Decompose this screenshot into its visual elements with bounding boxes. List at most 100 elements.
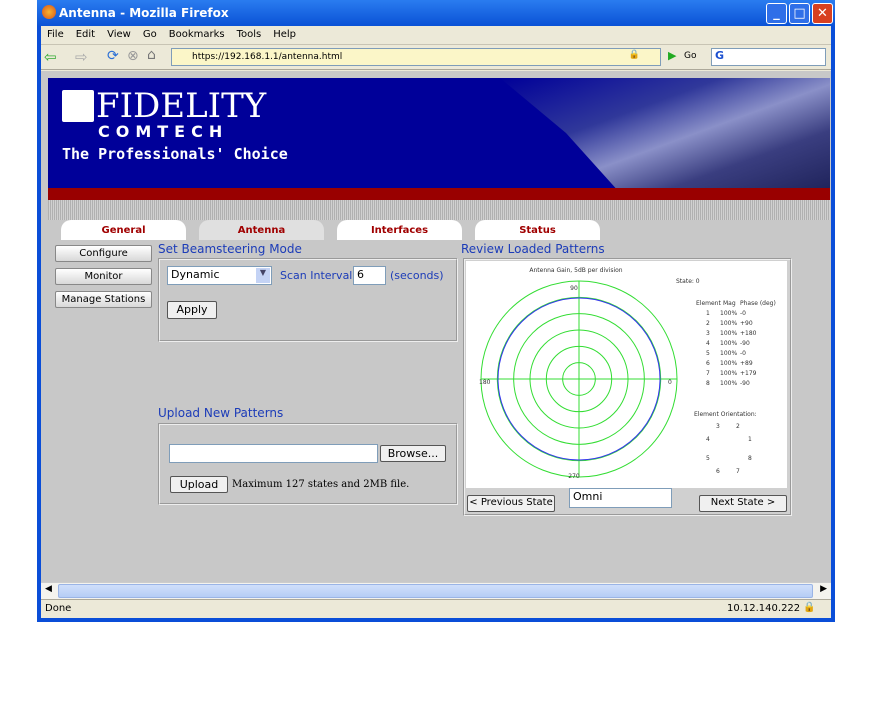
mag-col-header: Mag: [723, 300, 736, 307]
element-cell: 100%: [720, 330, 737, 337]
menu-tools[interactable]: Tools: [237, 29, 262, 41]
red-strip: [48, 188, 830, 200]
pattern-strip: [48, 200, 830, 220]
element-cell: 7: [706, 370, 710, 377]
horizontal-scrollbar[interactable]: ◀ ▶: [41, 582, 831, 599]
element-cell: 100%: [720, 370, 737, 377]
scroll-left-icon[interactable]: ◀: [45, 584, 52, 594]
element-cell: -0: [740, 350, 746, 357]
beamsteering-panel: Dynamic ▼ Scan Interval 6 (seconds) Apply: [158, 258, 458, 342]
orientation-element: 1: [748, 436, 752, 443]
state-name-input[interactable]: Omni: [569, 488, 672, 508]
upload-button[interactable]: Upload: [170, 476, 228, 493]
reload-icon[interactable]: ⟳: [107, 48, 119, 64]
forward-icon[interactable]: ⇨: [75, 48, 88, 66]
element-cell: 100%: [720, 360, 737, 367]
element-cell: -90: [740, 380, 750, 387]
upload-title: Upload New Patterns: [158, 406, 284, 420]
menu-view[interactable]: View: [107, 29, 131, 41]
menu-help[interactable]: Help: [273, 29, 296, 41]
mode-value: Dynamic: [171, 268, 220, 281]
status-ip: 10.12.140.222: [727, 603, 801, 614]
element-cell: +179: [740, 370, 757, 377]
tab-antenna[interactable]: Antenna: [199, 220, 324, 240]
configure-button[interactable]: Configure: [55, 245, 152, 262]
status-text: Done: [45, 603, 72, 614]
element-cell: 4: [706, 340, 710, 347]
element-cell: -0: [740, 310, 746, 317]
element-cell: 2: [706, 320, 710, 327]
maximize-button[interactable]: □: [789, 3, 810, 24]
go-button[interactable]: Go: [684, 51, 696, 61]
scroll-right-icon[interactable]: ▶: [820, 584, 827, 594]
mode-select[interactable]: Dynamic ▼: [167, 266, 272, 285]
orientation-element: 8: [748, 455, 752, 462]
element-cell: 100%: [720, 350, 737, 357]
review-panel: Antenna Gain, 5dB per division State: 0 …: [463, 258, 792, 516]
monitor-button[interactable]: Monitor: [55, 268, 152, 285]
orientation-element: 6: [716, 468, 720, 475]
element-cell: 8: [706, 380, 710, 387]
orientation-element: 2: [736, 423, 740, 430]
menu-edit[interactable]: Edit: [76, 29, 95, 41]
element-cell: 100%: [720, 380, 737, 387]
lock-icon: 🔒: [628, 50, 640, 60]
site-header: FIDELITY COMTECH The Professionals' Choi…: [48, 78, 830, 188]
state-label: State: 0: [676, 278, 700, 285]
go-icon[interactable]: ▶: [668, 49, 676, 62]
back-icon[interactable]: ⇦: [44, 48, 57, 66]
window-title: Antenna - Mozilla Firefox: [59, 6, 229, 20]
search-input[interactable]: G: [711, 48, 826, 66]
seconds-label: (seconds): [390, 269, 444, 282]
menu-bookmarks[interactable]: Bookmarks: [169, 29, 225, 41]
element-cell: +90: [740, 320, 753, 327]
angle-180: 180: [479, 379, 491, 386]
minimize-button[interactable]: _: [766, 3, 787, 24]
orientation-element: 7: [736, 468, 740, 475]
menu-go[interactable]: Go: [143, 29, 157, 41]
stop-icon[interactable]: ⊗: [127, 48, 139, 64]
orientation-element: 5: [706, 455, 710, 462]
upload-panel: Browse... Upload Maximum 127 states and …: [158, 423, 458, 505]
close-button[interactable]: ✕: [812, 3, 833, 24]
element-col-header: Element: [696, 300, 721, 307]
element-cell: 6: [706, 360, 710, 367]
next-state-button[interactable]: Next State >: [699, 495, 787, 512]
element-cell: +89: [740, 360, 753, 367]
element-cell: 100%: [720, 310, 737, 317]
upload-note: Maximum 127 states and 2MB file.: [232, 479, 410, 490]
logo-line1: FIDELITY: [96, 86, 267, 126]
element-cell: +180: [740, 330, 757, 337]
google-icon: G: [715, 49, 725, 62]
file-path-input[interactable]: [169, 444, 378, 463]
angle-270: 270: [568, 473, 580, 480]
tab-interfaces[interactable]: Interfaces: [337, 220, 462, 240]
browser-window: Antenna - Mozilla Firefox _ □ ✕ File Edi…: [37, 0, 835, 622]
scan-interval-input[interactable]: 6: [353, 266, 386, 285]
lock-icon: 🔒: [803, 602, 816, 613]
url-bar[interactable]: https://192.168.1.1/antenna.html 🔒: [171, 48, 661, 66]
element-cell: 100%: [720, 320, 737, 327]
orientation-element: 4: [706, 436, 710, 443]
page-content: FIDELITY COMTECH The Professionals' Choi…: [41, 71, 831, 582]
orientation-element: 3: [716, 423, 720, 430]
fidelity-comtech-logo: FIDELITY COMTECH The Professionals' Choi…: [62, 86, 288, 163]
mountain-image: [500, 78, 830, 188]
manage-stations-button[interactable]: Manage Stations: [55, 291, 152, 308]
scroll-thumb[interactable]: [58, 584, 813, 598]
angle-90: 90: [570, 285, 578, 292]
orientation-title: Element Orientation:: [694, 411, 757, 418]
polar-plot: Antenna Gain, 5dB per division State: 0 …: [466, 261, 787, 488]
tagline: The Professionals' Choice: [62, 145, 288, 163]
previous-state-button[interactable]: < Previous State: [467, 495, 555, 512]
title-bar: Antenna - Mozilla Firefox _ □ ✕: [37, 0, 835, 26]
element-cell: 100%: [720, 340, 737, 347]
apply-button[interactable]: Apply: [167, 301, 217, 319]
home-icon[interactable]: ⌂: [147, 47, 156, 63]
browse-button[interactable]: Browse...: [380, 445, 446, 462]
menu-file[interactable]: File: [47, 29, 64, 41]
element-cell: 1: [706, 310, 710, 317]
tab-general[interactable]: General: [61, 220, 186, 240]
tab-status[interactable]: Status: [475, 220, 600, 240]
scan-interval-label: Scan Interval: [280, 269, 353, 282]
